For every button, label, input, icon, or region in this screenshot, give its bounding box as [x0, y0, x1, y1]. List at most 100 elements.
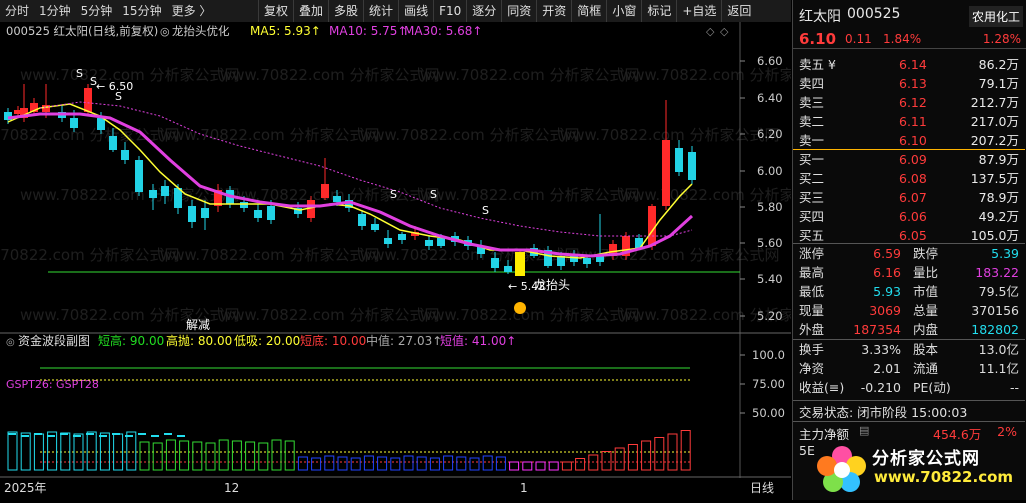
- bid-row[interactable]: 买三 6.07 78.9万: [793, 188, 1025, 207]
- sub-indicator-value: 短值: 41.00↑: [440, 333, 516, 348]
- candle-body: [149, 190, 157, 198]
- f10-button[interactable]: F10: [433, 0, 466, 22]
- candle-body: [135, 160, 143, 192]
- watermark-text: www.70822.com 分析家公式网: [160, 126, 380, 144]
- candle-body: [583, 258, 591, 264]
- ask-label: 卖一: [799, 133, 825, 148]
- fuquan-button[interactable]: 复权: [258, 0, 293, 22]
- candle-body: [84, 88, 92, 112]
- kline-svg[interactable]: www.70822.com 分析家公式网www.70822.com 分析家公式网…: [0, 22, 840, 500]
- ask-price: 6.12: [899, 95, 927, 110]
- tab-fenshi[interactable]: 分时: [0, 0, 34, 22]
- add-watchlist-button[interactable]: +自选: [676, 0, 721, 22]
- ma5-label: MA5: 5.93↑: [250, 24, 321, 38]
- sell-mark: S: [76, 67, 83, 80]
- dragon-signal-bar: [515, 252, 525, 276]
- watermark-text: www.70822.com 分析家公式网: [0, 126, 180, 144]
- ask-volume: 79.1万: [978, 76, 1019, 91]
- price-tick-label: 5.80: [757, 200, 783, 214]
- x-label-daily[interactable]: 日线: [750, 481, 774, 495]
- bid-row[interactable]: 买二 6.08 137.5万: [793, 169, 1025, 188]
- stat-label: 量比: [913, 265, 939, 280]
- candle-body: [161, 186, 169, 196]
- ask-row[interactable]: 卖四 6.13 79.1万: [793, 74, 1025, 93]
- watermark-text: www.70822.com 分析家公式网: [160, 246, 380, 264]
- sub-title[interactable]: 资金波段副图: [18, 333, 90, 348]
- stat-row: 外盘 187354 内盘 182802: [793, 320, 1025, 339]
- ask-label: 卖四: [799, 76, 825, 91]
- divider: [793, 400, 1025, 401]
- candle-body: [188, 206, 196, 222]
- tab-15min[interactable]: 15分钟: [117, 0, 166, 22]
- multi-stock-button[interactable]: 多股: [328, 0, 363, 22]
- industry-badge[interactable]: 农用化工: [968, 6, 1023, 27]
- stat-label: 总量: [913, 303, 939, 318]
- stat-value: 3.33%: [861, 342, 901, 357]
- bid-label: 买一: [799, 152, 825, 167]
- bid-price: 6.08: [899, 171, 927, 186]
- logo-badge: 分析家公式网 www.70822.com: [812, 436, 1026, 500]
- sub-indicator-value: 短高: 90.00: [98, 333, 164, 348]
- tab-5min[interactable]: 5分钟: [76, 0, 118, 22]
- candle-body: [121, 150, 129, 160]
- overlay-button[interactable]: 叠加: [293, 0, 328, 22]
- candle-body: [384, 238, 392, 244]
- ask-row[interactable]: 卖一 6.10 207.2万: [793, 131, 1025, 150]
- ask-row[interactable]: 卖五 ¥ 6.14 86.2万: [793, 55, 1025, 74]
- back-button[interactable]: 返回: [721, 0, 756, 22]
- stats-button[interactable]: 统计: [363, 0, 398, 22]
- stat-label: 最低: [799, 284, 825, 299]
- ask-row[interactable]: 卖二 6.11 217.0万: [793, 112, 1025, 131]
- stat-label: 流通: [913, 361, 939, 376]
- bid-row[interactable]: 买一 6.09 87.9万: [793, 150, 1025, 169]
- stat-label: PE(动): [913, 380, 951, 395]
- diamond-icon-2[interactable]: ◇: [720, 25, 729, 38]
- watermark-text: www.70822.com 分析家公式网: [220, 66, 440, 84]
- trade-status: 交易状态: 闭市阶段 15:00:03: [799, 405, 968, 420]
- stat-value: 5.39: [991, 246, 1019, 261]
- stat-value: 370156: [971, 303, 1019, 318]
- mark-button[interactable]: 标记: [641, 0, 676, 22]
- toolbar-buttons: 复权 叠加 多股 统计 画线 F10 逐分 同资 开资 简框 小窗 标记 +自选…: [258, 0, 756, 22]
- sub-tick-label: 50.00: [752, 406, 785, 420]
- same-fund-button[interactable]: 同资: [501, 0, 536, 22]
- draw-line-button[interactable]: 画线: [398, 0, 433, 22]
- indicator-name[interactable]: 龙抬头优化: [172, 24, 230, 38]
- diamond-icon[interactable]: ◇: [706, 25, 715, 38]
- simple-frame-button[interactable]: 简框: [571, 0, 606, 22]
- stat-row: 涨停 6.59 跌停 5.39: [793, 244, 1025, 263]
- ask-row[interactable]: 卖三 6.12 212.7万: [793, 93, 1025, 112]
- ask-label: 卖三: [799, 95, 825, 110]
- gear-icon[interactable]: ◎: [160, 25, 170, 38]
- tick-button[interactable]: 逐分: [466, 0, 501, 22]
- small-window-button[interactable]: 小窗: [606, 0, 641, 22]
- stock-code: 000525: [847, 6, 901, 22]
- watermark-text: www.70822.com 分析家公式网: [420, 66, 640, 84]
- x-label-year: 2025年: [4, 481, 47, 495]
- candle-body: [254, 210, 262, 218]
- gear-icon-sub[interactable]: ◎: [6, 337, 15, 348]
- signal-text: 龙抬头: [534, 278, 570, 292]
- divider: [793, 421, 1025, 422]
- kline-chart-area[interactable]: www.70822.com 分析家公式网 www.70822.com 分析家公式网…: [0, 22, 840, 500]
- stat-row: 收益(≡) -0.210 PE(动) --: [793, 378, 1025, 397]
- sub-tick-label: 100.0: [752, 348, 785, 362]
- stat-row: 最高 6.16 量比 183.22: [793, 263, 1025, 282]
- bid-row[interactable]: 买四 6.06 49.2万: [793, 207, 1025, 226]
- price-tick-label: 6.60: [757, 54, 783, 68]
- open-fund-button[interactable]: 开资: [536, 0, 571, 22]
- sub-indicator-values: 短高: 90.00 高抛: 80.00 低吸: 20.00 短底: 10.00 中值: …: [98, 333, 516, 348]
- tab-1min[interactable]: 1分钟: [34, 0, 76, 22]
- bid-volume: 49.2万: [978, 209, 1019, 224]
- stat-label: 收益(≡): [799, 380, 845, 395]
- stat-label: 现量: [799, 303, 825, 318]
- stat-label: 外盘: [799, 322, 825, 337]
- x-label-12: 12: [224, 481, 239, 495]
- tab-more[interactable]: 更多 〉: [167, 0, 217, 22]
- watermark-text: www.70822.com 分析家公式网: [420, 306, 640, 324]
- ma30-label: MA30: 5.68↑: [404, 24, 482, 38]
- price-tick-label: 5.20: [757, 309, 783, 323]
- stat-value: 13.0亿: [978, 342, 1019, 357]
- x-label-1: 1: [520, 481, 528, 495]
- industry-change-pct: 1.28%: [982, 32, 1021, 46]
